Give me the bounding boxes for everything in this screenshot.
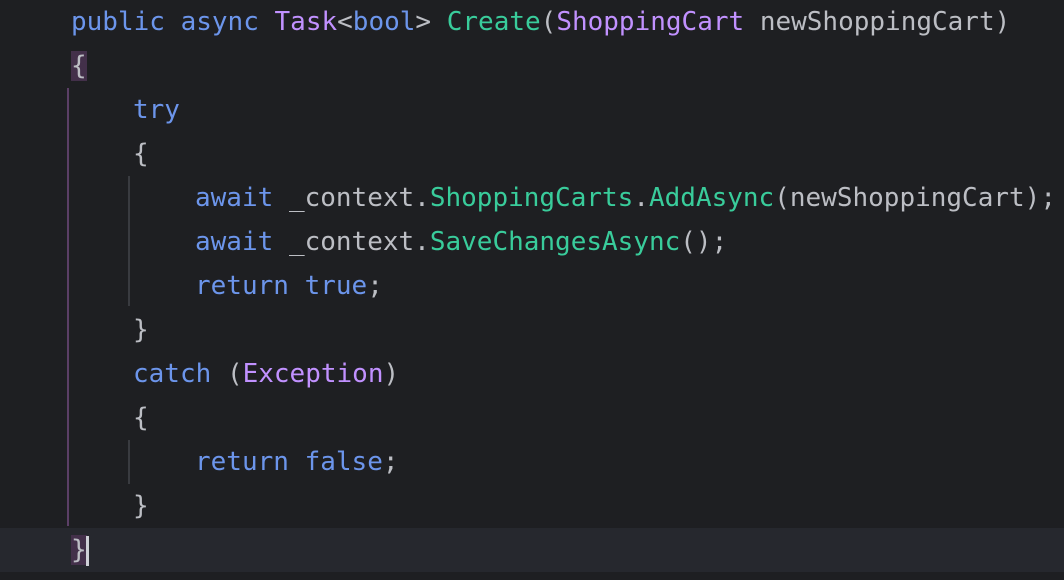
param-name: newShoppingCart xyxy=(759,7,995,37)
code-line-open-brace[interactable]: { xyxy=(0,44,1064,88)
literal-true: true xyxy=(304,271,368,301)
dot: . xyxy=(414,183,430,213)
type-task: Task xyxy=(274,7,338,37)
code-line-catch-close[interactable]: } xyxy=(0,484,1064,528)
code-line-return-false[interactable]: return false; xyxy=(0,440,1064,484)
text-caret xyxy=(85,535,89,566)
try-open-brace: { xyxy=(133,139,149,169)
field-context: _context xyxy=(288,227,415,257)
literal-false: false xyxy=(304,447,383,477)
field-context: _context xyxy=(288,183,415,213)
param-type-shoppingcart: ShoppingCart xyxy=(556,7,745,37)
member-shoppingcarts: ShoppingCarts xyxy=(429,183,634,213)
method-open-brace: { xyxy=(71,51,87,81)
param-paren-open: ( xyxy=(540,7,557,37)
method-savechangesasync: SaveChangesAsync xyxy=(429,227,681,257)
code-line-add-async[interactable]: await _context.ShoppingCarts.AddAsync(ne… xyxy=(0,176,1064,220)
semicolon: ; xyxy=(367,271,383,301)
code-editor[interactable]: public async Task<bool> Create(ShoppingC… xyxy=(0,0,1064,580)
keyword-bool: bool xyxy=(352,7,416,37)
method-addasync: AddAsync xyxy=(648,183,775,213)
keyword-await: await xyxy=(195,227,274,257)
method-close-brace: } xyxy=(71,535,87,565)
keyword-return: return xyxy=(195,447,289,477)
code-line-catch-open[interactable]: { xyxy=(0,396,1064,440)
keyword-await: await xyxy=(195,183,274,213)
catch-paren-open: ( xyxy=(226,359,243,389)
keyword-catch: catch xyxy=(133,359,212,389)
code-line-try[interactable]: try xyxy=(0,88,1064,132)
code-line-catch[interactable]: catch (Exception) xyxy=(0,352,1064,396)
code-line-return-true[interactable]: return true; xyxy=(0,264,1064,308)
keyword-return: return xyxy=(195,271,289,301)
semicolon: ; xyxy=(382,447,399,477)
try-close-brace: } xyxy=(133,315,149,345)
method-name-create: Create xyxy=(446,7,541,37)
keyword-try: try xyxy=(133,95,180,125)
param-paren-close: ) xyxy=(994,7,1011,37)
call-args: (newShoppingCart); xyxy=(774,183,1056,213)
code-line-close-brace[interactable]: } xyxy=(0,528,1064,572)
generic-open: < xyxy=(337,7,353,37)
catch-close-brace: } xyxy=(133,491,149,521)
dot: . xyxy=(414,227,430,257)
catch-paren-close: ) xyxy=(383,359,400,389)
code-line-try-close[interactable]: } xyxy=(0,308,1064,352)
type-exception: Exception xyxy=(242,359,384,389)
code-line-signature[interactable]: public async Task<bool> Create(ShoppingC… xyxy=(0,0,1064,44)
keyword-public: public xyxy=(71,7,165,37)
dot: . xyxy=(633,183,649,213)
catch-open-brace: { xyxy=(133,403,149,433)
call-args: (); xyxy=(680,227,728,257)
generic-close: > xyxy=(415,7,432,37)
code-line-try-open[interactable]: { xyxy=(0,132,1064,176)
code-line-save-changes[interactable]: await _context.SaveChangesAsync(); xyxy=(0,220,1064,264)
keyword-async: async xyxy=(180,7,259,37)
